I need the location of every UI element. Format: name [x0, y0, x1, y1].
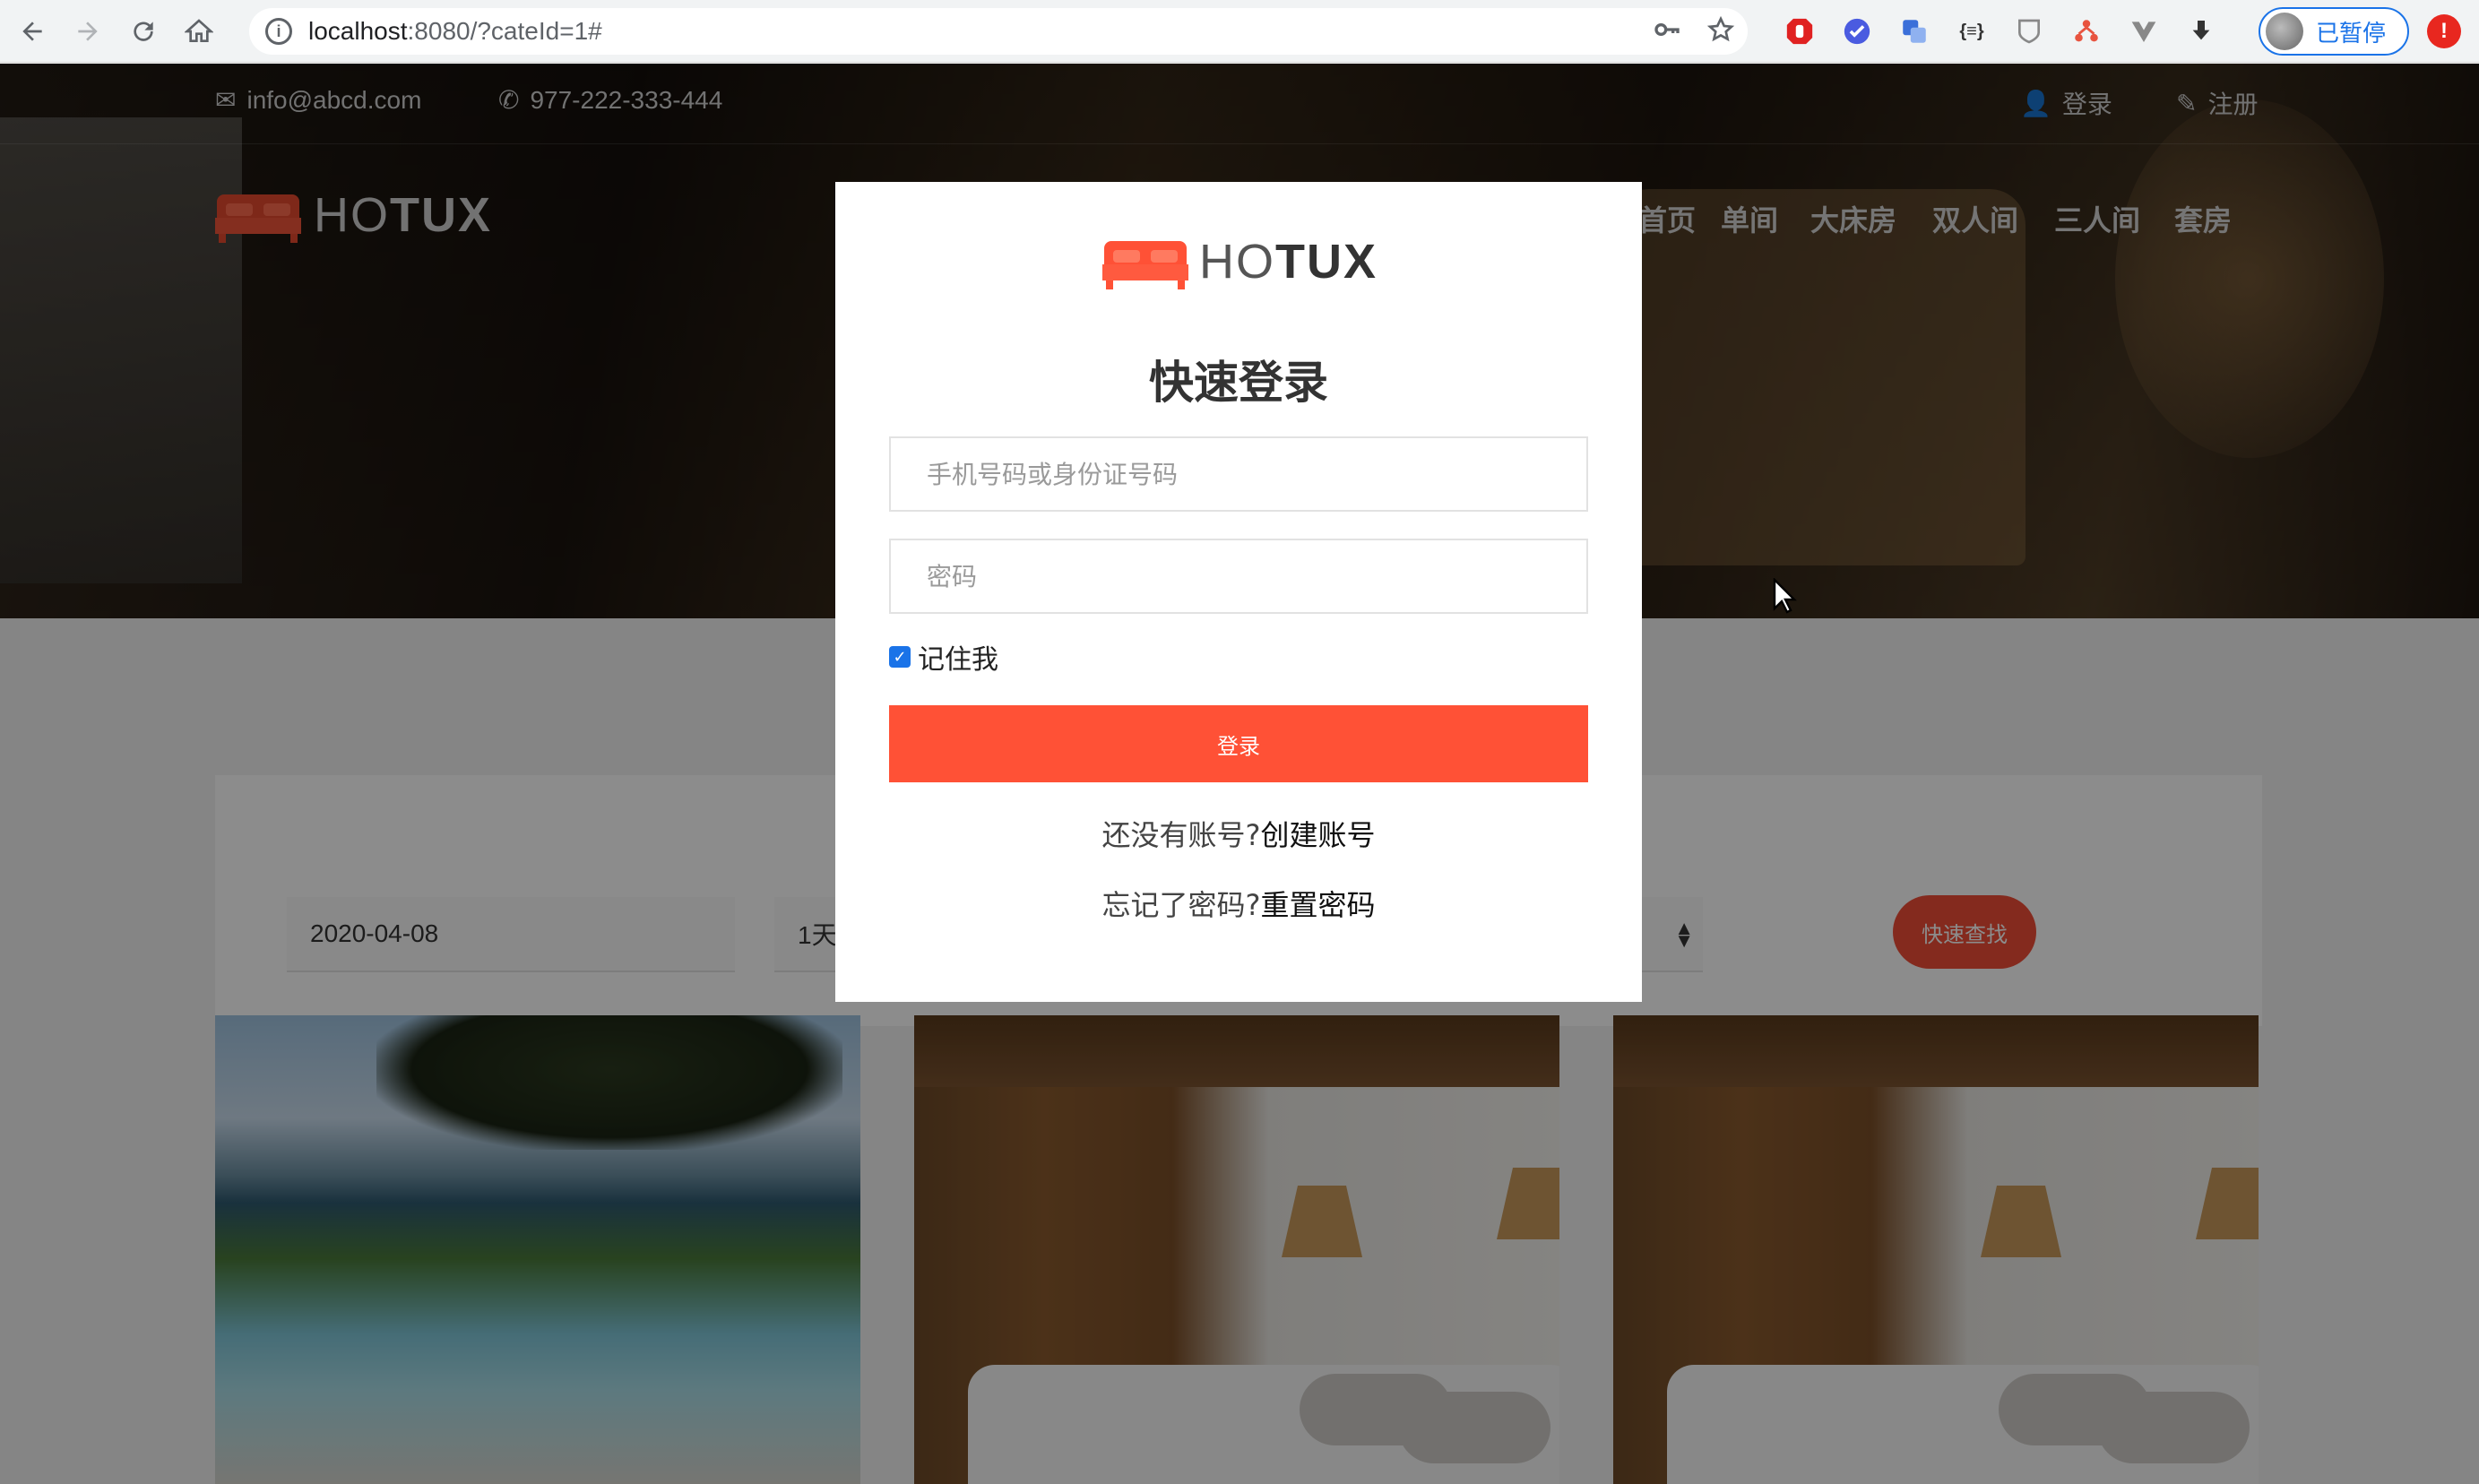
- modal-logo: HOTUX: [1102, 234, 1378, 289]
- login-modal: HOTUX 快速登录 ✓ 记住我 登录 还没有账号?创建账号 忘记了密码?重置密…: [835, 182, 1642, 1002]
- bed-logo-icon: [1102, 241, 1188, 289]
- site-info-icon[interactable]: i: [265, 18, 292, 45]
- download-icon[interactable]: [2185, 15, 2217, 47]
- bookmark-star-icon[interactable]: [1706, 15, 1735, 47]
- modal-logo-text: HOTUX: [1199, 235, 1378, 289]
- json-extension-icon[interactable]: {≡}: [1956, 15, 1988, 47]
- no-account-text: 还没有账号?: [1101, 818, 1261, 852]
- password-input[interactable]: [889, 539, 1588, 614]
- address-bar[interactable]: i localhost:8080/?cateId=1#: [249, 8, 1748, 55]
- key-icon[interactable]: [1653, 15, 1681, 47]
- avatar: [2266, 13, 2303, 50]
- login-button[interactable]: 登录: [889, 705, 1588, 782]
- profile-button[interactable]: 已暂停: [2259, 7, 2409, 56]
- forward-icon[interactable]: [65, 8, 111, 55]
- reset-password-link[interactable]: 重置密码: [1260, 888, 1375, 922]
- url-text: localhost:8080/?cateId=1#: [308, 17, 602, 45]
- modal-title: 快速登录: [1149, 357, 1328, 409]
- remember-me[interactable]: ✓ 记住我: [889, 637, 998, 677]
- username-input[interactable]: [889, 436, 1588, 512]
- home-icon[interactable]: [176, 8, 222, 55]
- network-extension-icon[interactable]: [2070, 15, 2103, 47]
- mouse-cursor-icon: [1773, 578, 1797, 614]
- translate-extension-icon[interactable]: [1898, 15, 1931, 47]
- create-account-link[interactable]: 创建账号: [1260, 818, 1375, 852]
- create-account-row: 还没有账号?创建账号: [835, 813, 1642, 854]
- browser-toolbar: i localhost:8080/?cateId=1# {≡} 已暂停 !: [0, 0, 2479, 63]
- update-alert-icon[interactable]: !: [2427, 14, 2461, 48]
- adblock-extension-icon[interactable]: [1784, 15, 1816, 47]
- verified-extension-icon[interactable]: [1841, 15, 1873, 47]
- reset-password-row: 忘记了密码?重置密码: [835, 883, 1642, 924]
- remember-label: 记住我: [918, 644, 998, 676]
- vue-devtools-icon[interactable]: [2128, 15, 2160, 47]
- forgot-password-text: 忘记了密码?: [1101, 888, 1261, 922]
- shield-extension-icon[interactable]: [2013, 15, 2045, 47]
- remember-checkbox[interactable]: ✓: [889, 646, 911, 668]
- back-icon[interactable]: [9, 8, 56, 55]
- profile-status-label: 已暂停: [2316, 20, 2387, 47]
- reload-icon[interactable]: [120, 8, 167, 55]
- page: ✉ info@abcd.com ✆ 977-222-333-444 👤 登录 ✎…: [0, 64, 2479, 1484]
